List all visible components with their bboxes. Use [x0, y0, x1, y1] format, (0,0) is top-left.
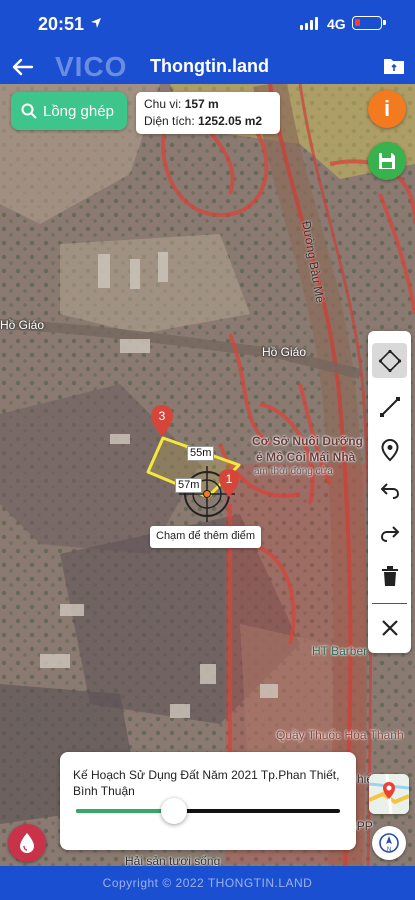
poi-label: ẻ Mồ Côi Mái Nhà	[256, 450, 356, 464]
save-button[interactable]	[368, 142, 406, 180]
marker-3-number: 3	[159, 409, 166, 423]
map-type-button[interactable]	[369, 774, 409, 814]
folder-icon[interactable]	[382, 55, 406, 77]
poi-label: HT Barber	[312, 644, 368, 658]
compass-button[interactable]: N	[372, 826, 406, 860]
map-view[interactable]: Hồ Giáo Hồ Giáo Đường Bàu Mê Cơ Sở Nuôi …	[0, 84, 415, 866]
opacity-slider[interactable]	[76, 798, 340, 824]
poi-label: Quầy Thuốc Hòa Thanh	[276, 728, 404, 742]
layer-title: Kế Hoạch Sử Dụng Đất Năm 2021 Tp.Phan Th…	[73, 768, 340, 798]
layer-overlay-label: Lồng ghép	[43, 102, 114, 120]
tap-hint-tooltip: Chạm để thêm điểm	[150, 526, 262, 548]
undo-button[interactable]	[372, 473, 407, 508]
close-tool-button[interactable]	[372, 610, 407, 645]
save-icon	[379, 153, 395, 169]
close-icon	[381, 619, 398, 636]
measure-line-button[interactable]	[372, 389, 407, 424]
footer-copyright: Copyright © 2022 THONGTIN.LAND	[0, 866, 415, 900]
app-header: VICO Thongtin.land	[0, 50, 415, 84]
layer-overlay-button[interactable]: Lồng ghép	[11, 92, 127, 130]
search-icon	[21, 103, 37, 119]
color-drop-button[interactable]	[8, 824, 46, 862]
redo-button[interactable]	[372, 516, 407, 551]
svg-text:N: N	[387, 847, 391, 853]
select-node-icon	[378, 349, 401, 372]
satellite-map	[0, 84, 415, 866]
perimeter-value: 157 m	[184, 97, 219, 111]
network-type: 4G	[327, 16, 346, 32]
location-arrow-icon	[91, 18, 101, 28]
info-button[interactable]: i	[368, 90, 406, 128]
status-bar: 20:51 4G	[0, 0, 415, 50]
poi-status: ạm thời đóng cửa	[254, 466, 333, 477]
undo-icon	[380, 482, 399, 499]
line-measure-icon	[379, 396, 400, 417]
distance-label: 55m	[187, 446, 215, 461]
distance-label: 57m	[175, 478, 203, 493]
redo-icon	[380, 525, 399, 542]
slider-fill	[76, 809, 174, 813]
add-point-button[interactable]	[372, 432, 407, 467]
status-time: 20:51	[38, 14, 85, 34]
battery-icon	[352, 16, 386, 30]
toolbar-divider	[372, 603, 407, 604]
measure-summary: Chu vi: 157 m Diện tích: 1252.05 m2	[136, 92, 280, 134]
slider-thumb[interactable]	[160, 798, 187, 824]
place-label: Hồ Giáo	[262, 345, 307, 359]
delete-button[interactable]	[372, 558, 407, 593]
draw-toolbar	[368, 331, 411, 653]
compass-icon: N	[379, 833, 399, 853]
area-label: Diện tích:	[144, 114, 195, 128]
map-thumbnail-icon	[369, 774, 409, 814]
perimeter-label: Chu vi:	[144, 97, 182, 111]
poi-label: Cơ Sở Nuôi Dưỡng	[252, 434, 363, 448]
signal-icon	[300, 17, 318, 30]
area-value: 1252.05 m2	[198, 114, 263, 128]
back-arrow-icon[interactable]	[10, 54, 36, 80]
info-icon: i	[383, 96, 391, 121]
app-title: Thongtin.land	[150, 56, 269, 76]
trash-icon	[381, 565, 398, 586]
location-pin-icon	[380, 438, 399, 461]
vico-logo: VICO	[55, 51, 128, 82]
map-marker-1[interactable]: 1	[218, 468, 240, 498]
map-marker-3[interactable]: 3	[150, 404, 174, 438]
marker-1-number: 1	[226, 472, 233, 486]
place-label: Hồ Giáo	[0, 318, 45, 332]
drop-icon	[20, 833, 34, 853]
select-tool-button[interactable]	[372, 343, 407, 378]
poi-label: Hải sản tươi sống	[125, 854, 221, 866]
layer-opacity-card: Kế Hoạch Sử Dụng Đất Năm 2021 Tp.Phan Th…	[60, 752, 356, 850]
